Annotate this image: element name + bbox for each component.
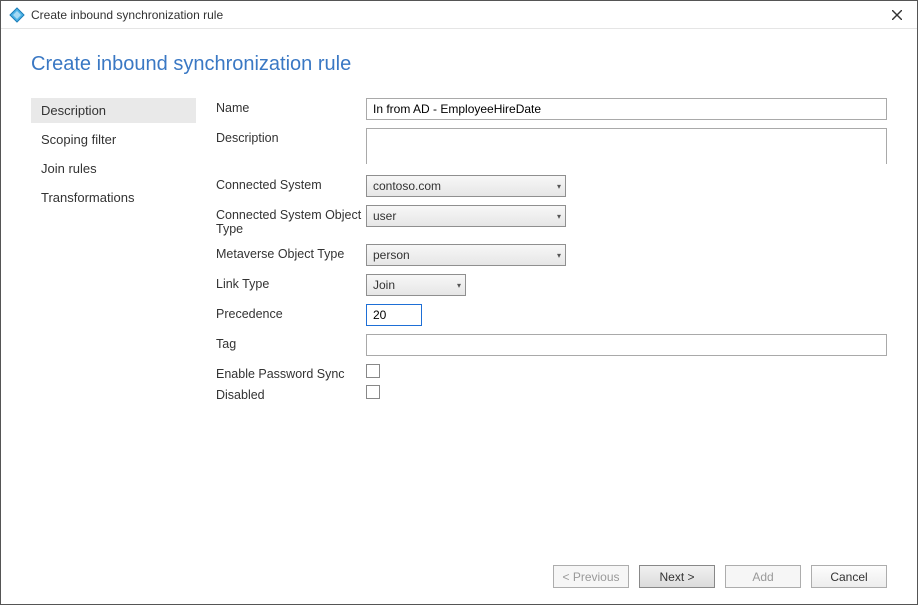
cancel-button[interactable]: Cancel [811, 565, 887, 588]
content-area: Create inbound synchronization rule Desc… [1, 29, 917, 604]
name-input[interactable] [366, 98, 887, 120]
mv-object-type-dropdown[interactable]: person ▾ [366, 244, 566, 266]
description-label: Description [216, 128, 366, 145]
chevron-down-icon: ▾ [457, 281, 461, 290]
sidebar-item-description[interactable]: Description [31, 98, 196, 123]
app-icon [9, 7, 25, 23]
form-panel: Name Description Connected System [216, 98, 887, 553]
sidebar-item-scoping-filter[interactable]: Scoping filter [31, 127, 196, 152]
link-type-dropdown[interactable]: Join ▾ [366, 274, 466, 296]
name-label: Name [216, 98, 366, 115]
mv-object-type-label: Metaverse Object Type [216, 244, 366, 261]
connected-system-dropdown[interactable]: contoso.com ▾ [366, 175, 566, 197]
window-title: Create inbound synchronization rule [31, 8, 223, 22]
link-type-value: Join [373, 278, 395, 292]
footer-buttons: < Previous Next > Add Cancel [31, 553, 887, 588]
wizard-sidebar: Description Scoping filter Join rules Tr… [31, 98, 216, 553]
cs-object-type-label: Connected System Object Type [216, 205, 366, 236]
mv-object-type-value: person [373, 248, 410, 262]
link-type-label: Link Type [216, 274, 366, 291]
previous-button[interactable]: < Previous [553, 565, 629, 588]
cs-object-type-dropdown[interactable]: user ▾ [366, 205, 566, 227]
page-title: Create inbound synchronization rule [31, 53, 887, 76]
disabled-label: Disabled [216, 385, 366, 402]
description-input[interactable] [366, 128, 887, 164]
tag-label: Tag [216, 334, 366, 351]
tag-input[interactable] [366, 334, 887, 356]
enable-pw-sync-checkbox[interactable] [366, 364, 380, 378]
sidebar-item-join-rules[interactable]: Join rules [31, 156, 196, 181]
disabled-checkbox[interactable] [366, 385, 380, 399]
dialog-window: Create inbound synchronization rule Crea… [0, 0, 918, 605]
precedence-input[interactable] [366, 304, 422, 326]
titlebar: Create inbound synchronization rule [1, 1, 917, 29]
next-button[interactable]: Next > [639, 565, 715, 588]
cs-object-type-value: user [373, 209, 396, 223]
add-button[interactable]: Add [725, 565, 801, 588]
chevron-down-icon: ▾ [557, 212, 561, 221]
sidebar-item-transformations[interactable]: Transformations [31, 185, 196, 210]
chevron-down-icon: ▾ [557, 182, 561, 191]
chevron-down-icon: ▾ [557, 251, 561, 260]
connected-system-value: contoso.com [373, 179, 441, 193]
close-button[interactable] [885, 3, 909, 27]
connected-system-label: Connected System [216, 175, 366, 192]
enable-pw-sync-label: Enable Password Sync [216, 364, 366, 381]
precedence-label: Precedence [216, 304, 366, 321]
